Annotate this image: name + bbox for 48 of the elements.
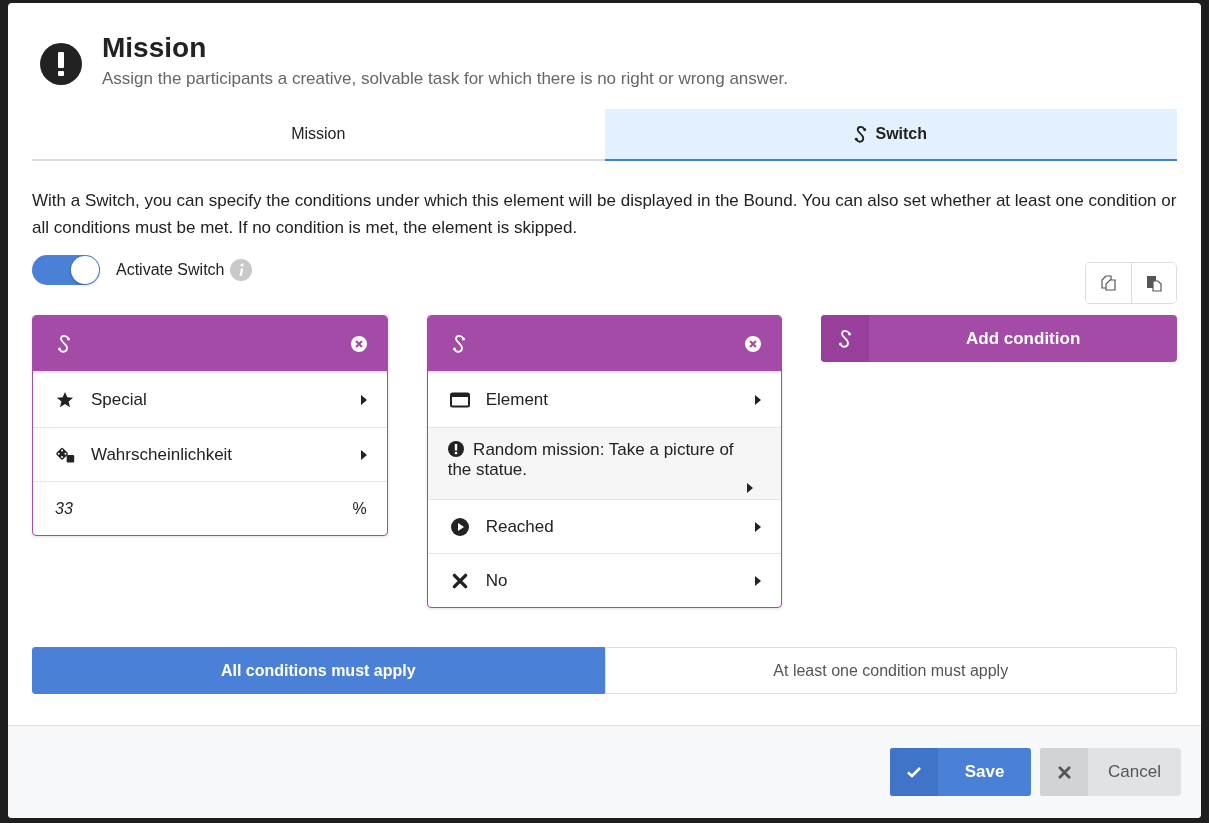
cross-icon <box>1057 765 1071 779</box>
switch-link-icon <box>57 333 71 354</box>
close-icon[interactable] <box>745 335 762 352</box>
switch-link-icon <box>451 333 466 354</box>
row-label: Random mission: Take a picture of the statue. <box>447 440 735 480</box>
toggle-switch[interactable] <box>32 255 100 285</box>
caret-icon <box>755 395 762 405</box>
mode-option[interactable]: All conditions must apply <box>32 647 605 694</box>
unit-label: % <box>352 499 367 518</box>
exclamation-icon <box>40 43 82 85</box>
condition-row[interactable]: Element <box>427 373 782 427</box>
copy-icon <box>1099 274 1118 292</box>
mode-option[interactable]: At least one condition must apply <box>604 647 1177 694</box>
star-icon <box>55 391 75 409</box>
paste-icon <box>1145 274 1163 292</box>
caret-icon <box>755 521 762 532</box>
close-icon[interactable] <box>350 335 367 352</box>
dialog-description: Assign the participants a creative, solvable task for which there is no right or wrong answer. <box>102 69 788 89</box>
check-icon <box>906 764 922 780</box>
condition-row[interactable]: Random mission: Take a picture of the statue. <box>427 427 782 499</box>
tab[interactable]: Switch <box>604 109 1177 161</box>
intro-text: With a Switch, you can specify the conditions under which this element will be displayed in the Bound. You can also set whether at least one condition or all conditions must be met. If no condition is met, the element is skipped. <box>32 190 1177 239</box>
cancel-button[interactable]: Cancel <box>1040 748 1181 796</box>
add-condition-button[interactable]: Add condition <box>821 315 1177 362</box>
condition-row[interactable]: Wahrscheinlichkeit <box>33 427 387 481</box>
dialog-title: Mission <box>102 31 208 65</box>
paste-button[interactable] <box>1131 263 1176 303</box>
row-label: Element <box>485 390 550 410</box>
dice-icon <box>55 445 75 464</box>
caret-icon <box>747 483 754 493</box>
row-label: Special <box>91 390 148 410</box>
value-field[interactable]: 33 <box>55 499 337 518</box>
row-label: No <box>485 570 509 591</box>
toggle-label: Activate Switch <box>116 261 225 279</box>
switch-link-icon <box>838 328 853 349</box>
condition-row[interactable]: No <box>427 553 782 607</box>
window-icon <box>449 391 470 409</box>
save-button[interactable]: Save <box>890 748 1031 796</box>
caret-icon <box>755 575 762 586</box>
row-label: Wahrscheinlichkeit <box>91 444 234 465</box>
condition-row[interactable]: Reached <box>427 499 782 553</box>
play-icon <box>449 517 470 536</box>
switch-link-icon <box>854 124 868 144</box>
exclamation-icon <box>447 441 464 457</box>
condition-row[interactable]: Special <box>33 373 387 427</box>
row-label: Reached <box>485 516 555 537</box>
caret-icon <box>360 395 367 405</box>
caret-icon <box>360 449 367 460</box>
